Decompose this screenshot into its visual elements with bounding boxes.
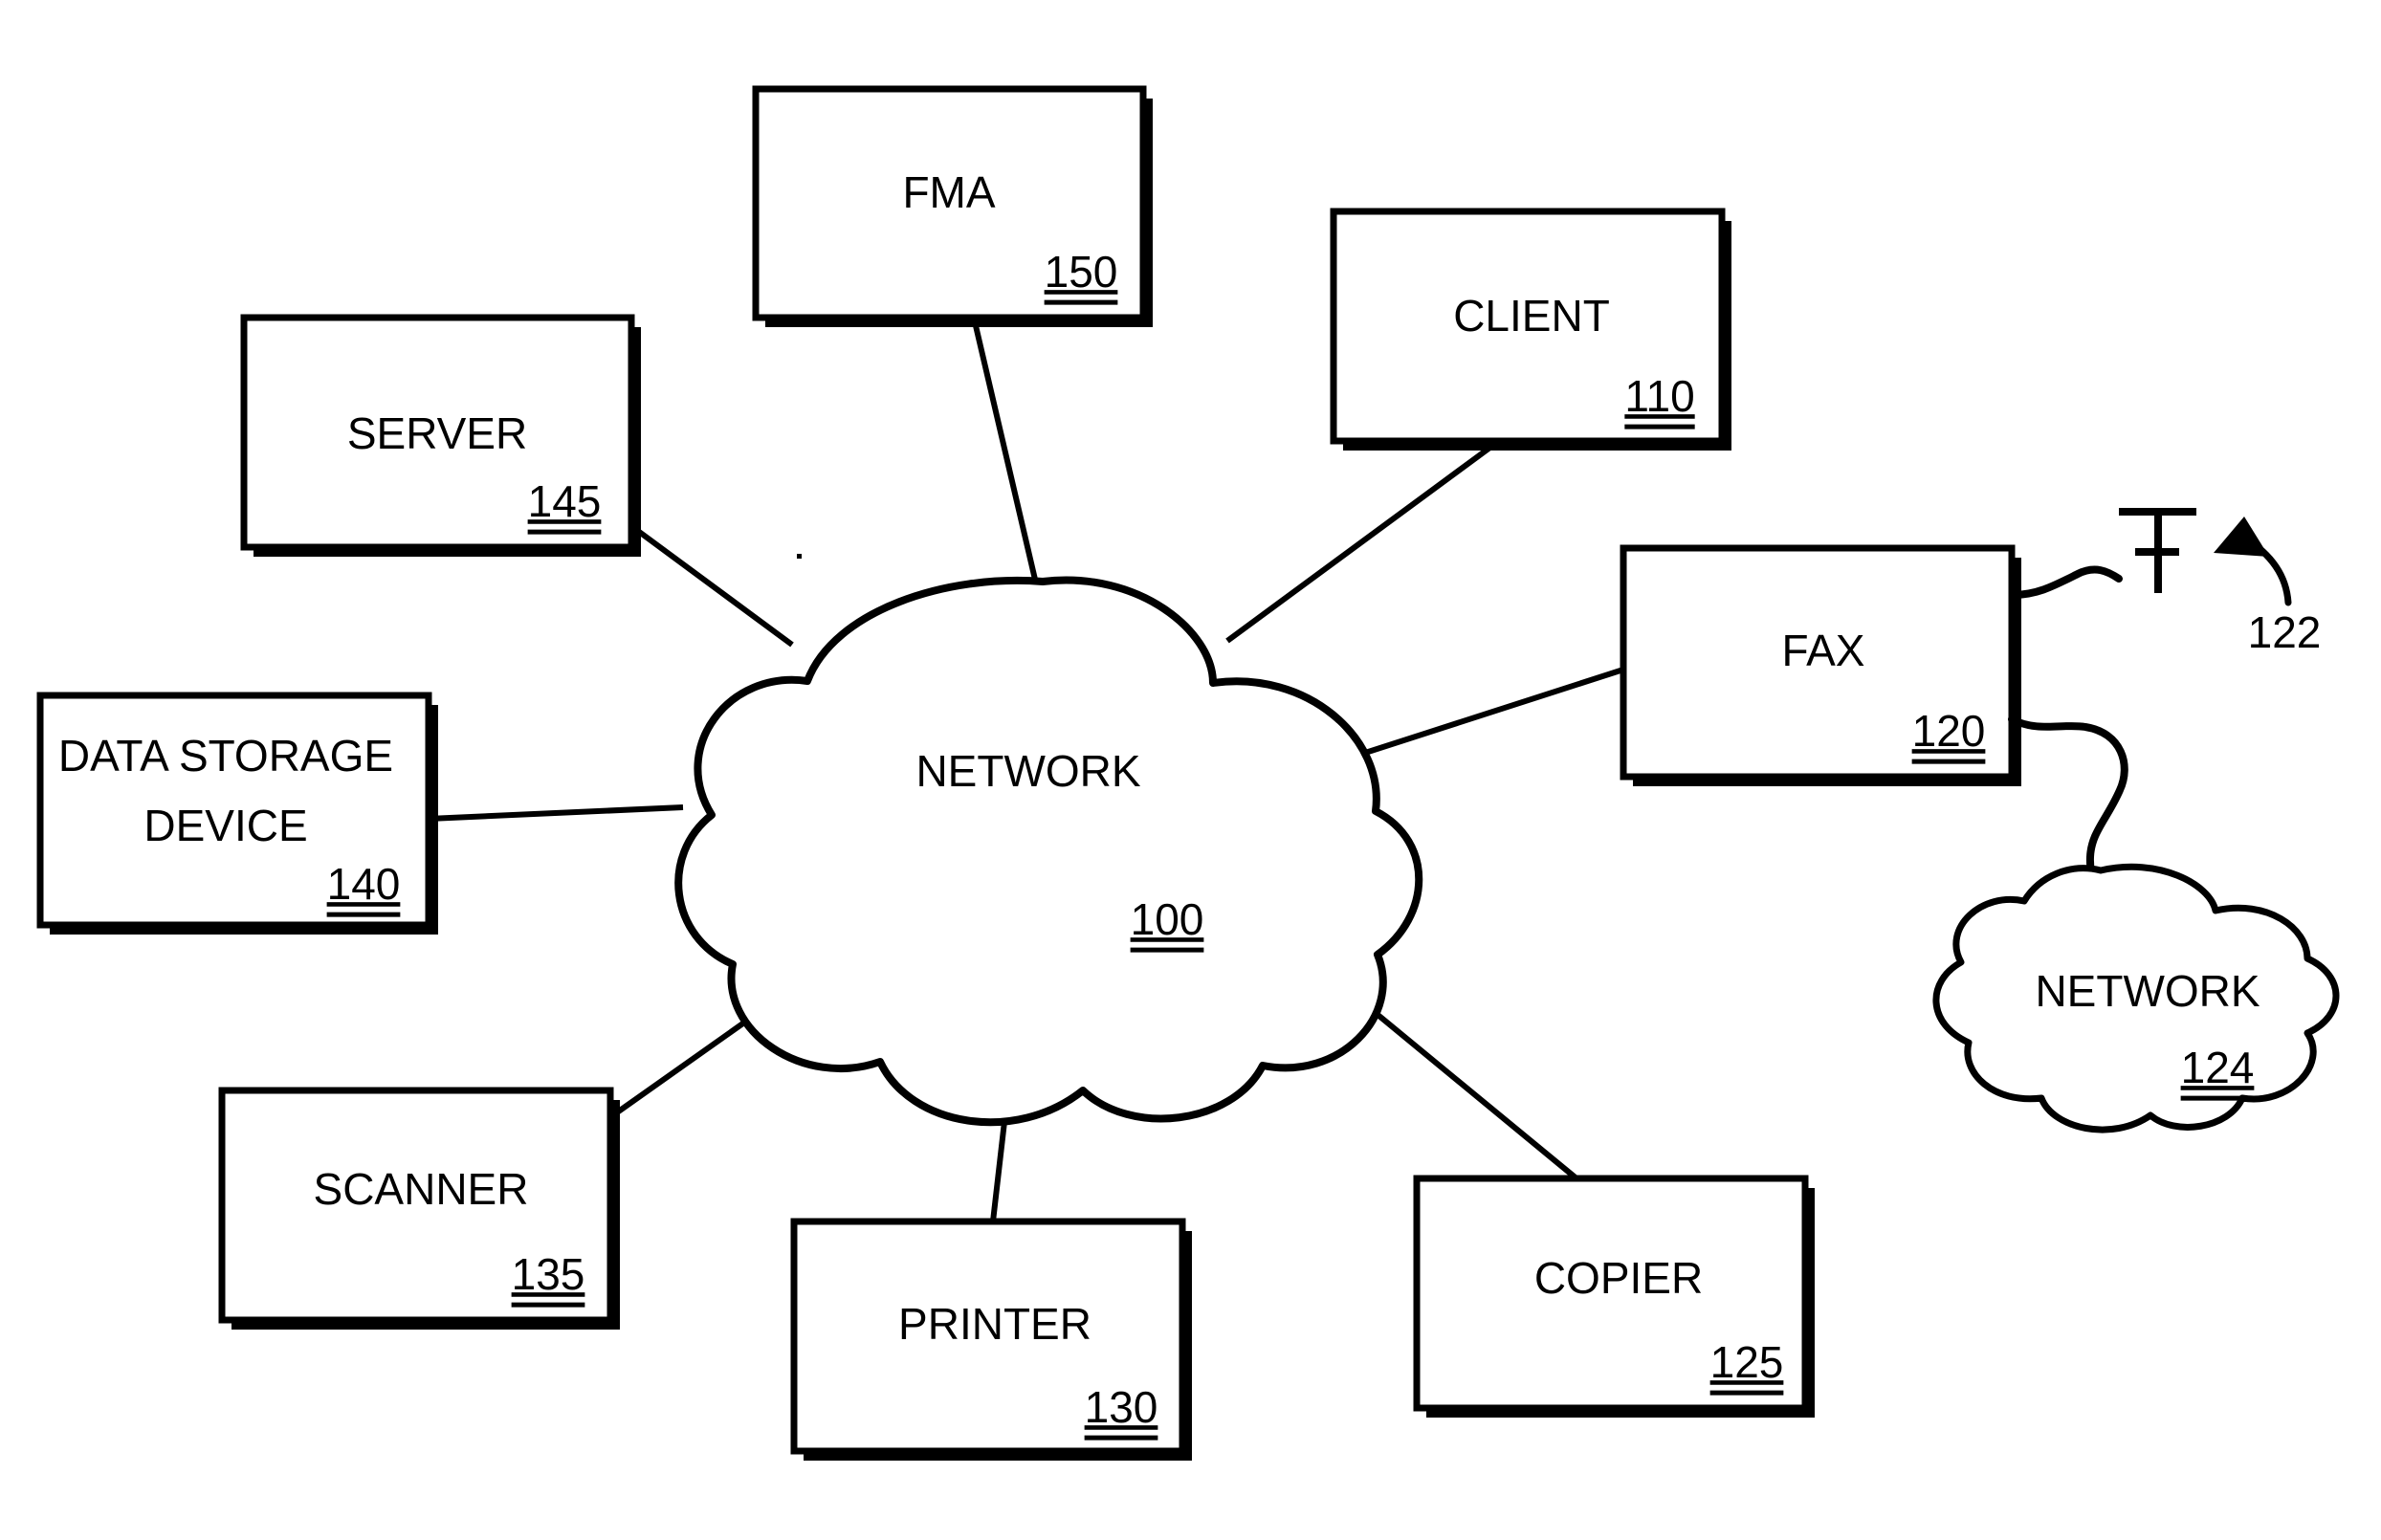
node-copier[interactable]: COPIER 125: [1413, 1175, 1815, 1418]
server-ref: 145: [528, 476, 602, 526]
wire-fax-to-antenna: [2009, 565, 2123, 599]
storage-ref: 140: [327, 859, 401, 909]
storage-label-line2: DEVICE: [143, 801, 307, 850]
network-main-ref: 100: [1131, 894, 1204, 944]
connector-server-to-network: [629, 523, 794, 648]
client-label: CLIENT: [1453, 291, 1610, 341]
fax-label: FAX: [1782, 626, 1865, 675]
figure-canvas: NETWORK 100 FMA 150 CLIENT 110 SERVER 14…: [0, 0, 2381, 1540]
network-diagram: NETWORK 100 FMA 150 CLIENT 110 SERVER 14…: [36, 85, 2340, 1461]
scanner-ref: 135: [512, 1249, 585, 1299]
network-secondary-ref: 124: [2181, 1043, 2255, 1092]
node-fax[interactable]: FAX 120: [1620, 544, 2021, 786]
node-client[interactable]: CLIENT 110: [1330, 208, 1731, 451]
connector-fax-to-network: [1361, 667, 1624, 757]
network-secondary-cloud: NETWORK 124: [1932, 863, 2340, 1133]
callout-122-arrowhead: [2214, 517, 2269, 557]
fma-label: FMA: [902, 167, 995, 217]
network-secondary-label: NETWORK: [2035, 966, 2260, 1016]
connector-client-to-network: [1225, 438, 1501, 644]
printer-ref: 130: [1085, 1382, 1158, 1432]
callout-122-label: 122: [2248, 607, 2322, 657]
network-main-cloud: NETWORK 100: [674, 576, 1423, 1127]
cloud-outline-main: [674, 576, 1423, 1127]
copier-label: COPIER: [1534, 1253, 1703, 1303]
antenna-icon: [2119, 508, 2196, 593]
storage-label-line1: DATA STORAGE: [58, 731, 393, 781]
node-server[interactable]: SERVER 145: [240, 314, 641, 557]
callout-122: 122: [2214, 517, 2321, 657]
fax-ref: 120: [1912, 706, 1986, 756]
connector-storage-to-network: [428, 804, 684, 822]
node-fma[interactable]: FMA 150: [752, 85, 1153, 327]
node-data-storage-device[interactable]: DATA STORAGE DEVICE 140: [36, 692, 438, 935]
node-scanner[interactable]: SCANNER 135: [218, 1087, 620, 1330]
server-label: SERVER: [347, 408, 527, 458]
client-ref: 110: [1624, 371, 1694, 421]
connector-fma-to-network: [971, 317, 1046, 613]
node-printer[interactable]: PRINTER 130: [790, 1218, 1192, 1461]
wire-fax-to-network-secondary: [2008, 715, 2128, 886]
copier-ref: 125: [1710, 1337, 1784, 1387]
network-main-label: NETWORK: [915, 746, 1140, 796]
scanner-label: SCANNER: [314, 1164, 529, 1214]
scan-speck: [797, 554, 802, 559]
printer-label: PRINTER: [898, 1299, 1091, 1349]
fma-ref: 150: [1045, 247, 1118, 297]
